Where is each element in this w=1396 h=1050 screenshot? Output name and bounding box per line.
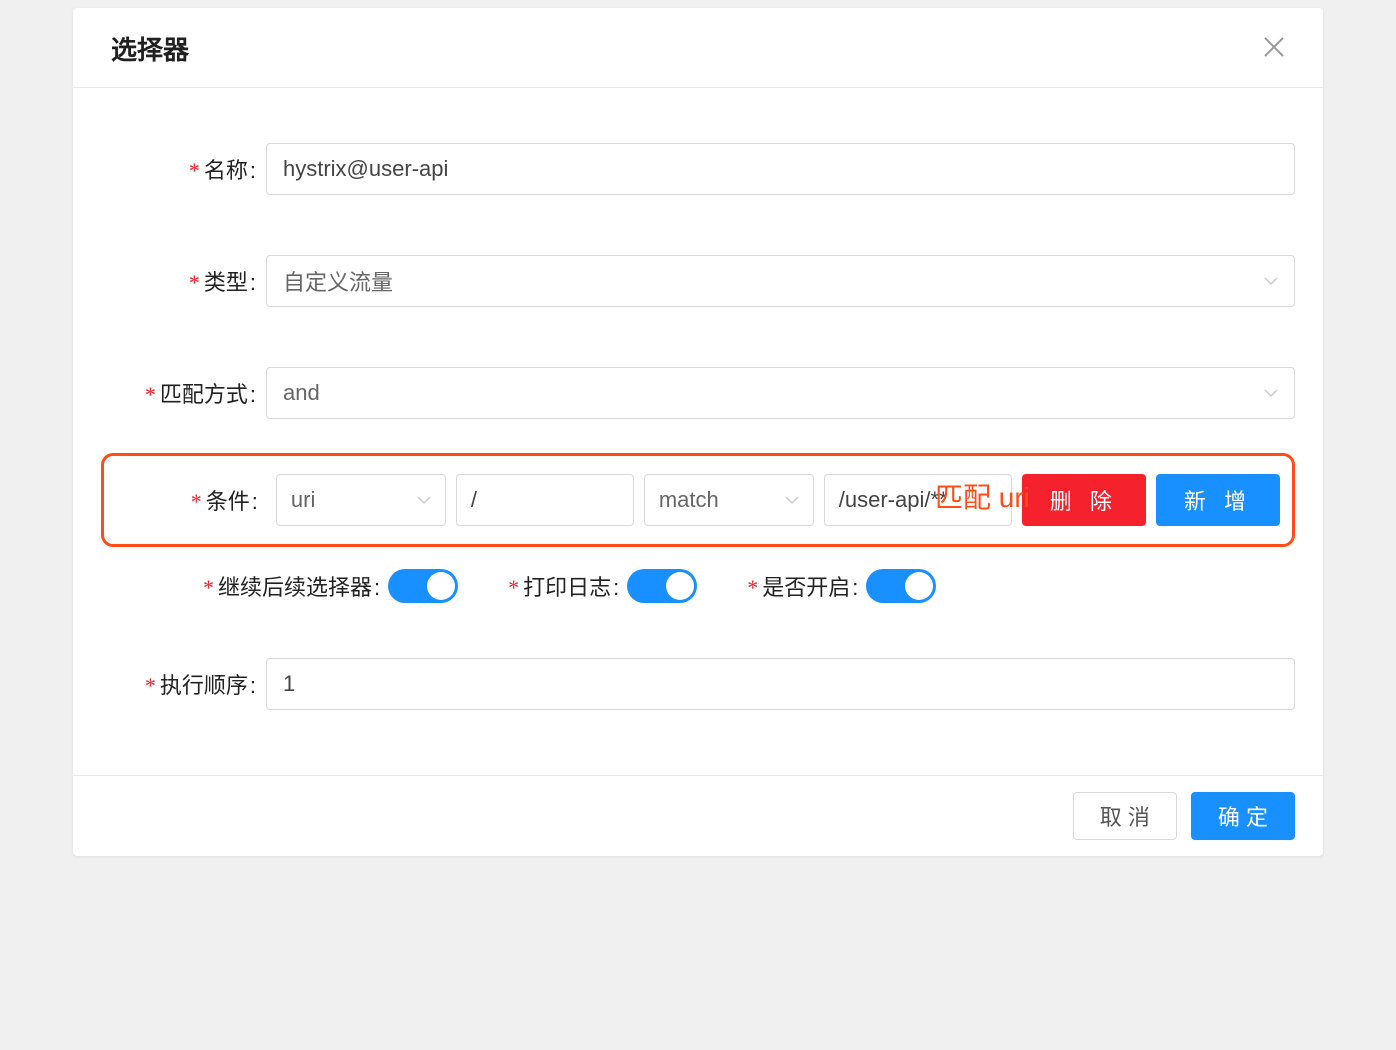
row-exec-order: *执行顺序: (101, 658, 1295, 710)
row-type: *类型: 自定义流量 (101, 255, 1295, 307)
asterisk-icon: * (189, 158, 200, 183)
asterisk-icon: * (145, 382, 156, 407)
delete-button[interactable]: 删 除 (1022, 474, 1146, 526)
condition-operator-select[interactable]: match (644, 474, 814, 526)
label-name: *名称: (101, 153, 266, 185)
modal-body: *名称: *类型: 自定义流量 *匹配方式: and 匹配 uri (73, 88, 1323, 775)
asterisk-icon: * (145, 673, 156, 698)
modal-title: 选择器 (111, 30, 189, 67)
row-name: *名称: (101, 143, 1295, 195)
row-match-mode: *匹配方式: and (101, 367, 1295, 419)
condition-field-select[interactable]: uri (276, 474, 446, 526)
asterisk-icon: * (189, 270, 200, 295)
continue-switch[interactable] (388, 569, 458, 603)
enabled-switch[interactable] (866, 569, 936, 603)
label-type: *类型: (101, 265, 266, 297)
asterisk-icon: * (747, 575, 758, 600)
label-match-mode: *匹配方式: (101, 377, 266, 409)
print-log-switch[interactable] (627, 569, 697, 603)
condition-highlight: *条件: uri match 删 除 新 增 (101, 453, 1295, 547)
exec-order-input[interactable] (266, 658, 1295, 710)
row-toggles: *继续后续选择器: *打印日志: *是否开启: (101, 569, 1295, 603)
toggle-enabled: *是否开启: (747, 569, 936, 603)
chevron-down-icon (785, 493, 799, 507)
modal-footer: 取 消 确 定 (73, 775, 1323, 856)
asterisk-icon: * (508, 575, 519, 600)
match-mode-select[interactable]: and (266, 367, 1295, 419)
cancel-button[interactable]: 取 消 (1073, 792, 1177, 840)
type-select[interactable]: 自定义流量 (266, 255, 1295, 307)
name-input[interactable] (266, 143, 1295, 195)
chevron-down-icon (1264, 274, 1278, 288)
annotation-text: 匹配 uri (935, 476, 1030, 516)
selector-modal: 选择器 *名称: *类型: 自定义流量 *匹配方式: (73, 8, 1323, 856)
toggle-print-log: *打印日志: (508, 569, 697, 603)
chevron-down-icon (1264, 386, 1278, 400)
asterisk-icon: * (203, 575, 214, 600)
modal-header: 选择器 (73, 8, 1323, 88)
add-button[interactable]: 新 增 (1156, 474, 1280, 526)
ok-button[interactable]: 确 定 (1191, 792, 1295, 840)
asterisk-icon: * (191, 489, 202, 514)
close-icon[interactable] (1263, 35, 1285, 63)
label-condition: *条件: (116, 484, 266, 516)
chevron-down-icon (417, 493, 431, 507)
label-exec-order: *执行顺序: (101, 668, 266, 700)
toggle-continue: *继续后续选择器: (203, 569, 458, 603)
condition-separator-input[interactable] (456, 474, 634, 526)
